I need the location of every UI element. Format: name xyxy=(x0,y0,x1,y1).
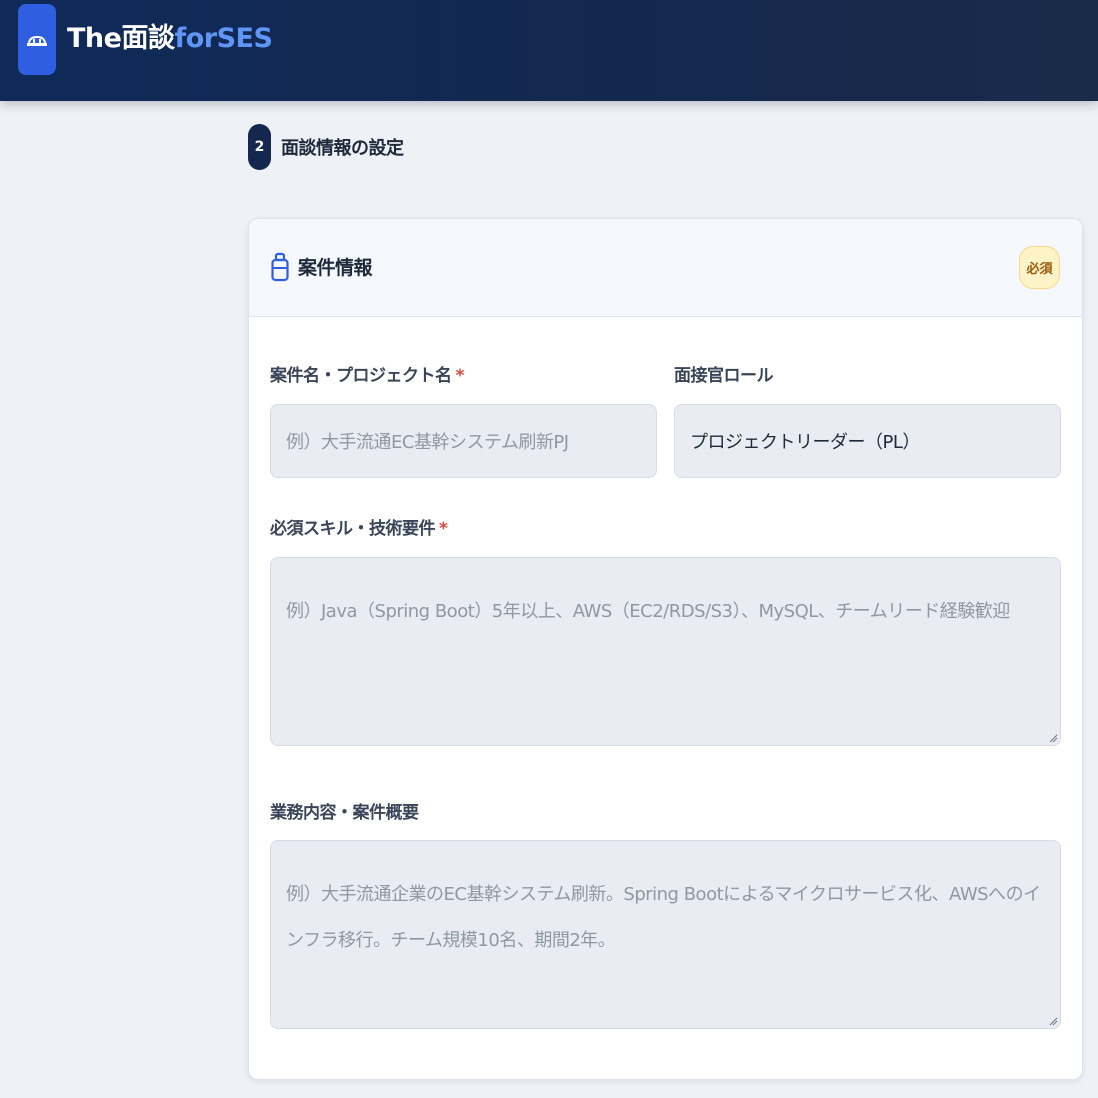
required-mark: * xyxy=(455,366,465,386)
step-number: 2 xyxy=(248,124,271,170)
app-header: The面談forSES xyxy=(0,0,1098,101)
project-info-card: 案件情報 必須 案件名・プロジェクト名 * 例）大手流通EC基幹システム刷新PJ … xyxy=(248,218,1083,1080)
project-name-label: 案件名・プロジェクト名 * xyxy=(270,361,464,386)
job-description-label: 業務内容・案件概要 xyxy=(270,803,419,823)
brand-main: The面談 xyxy=(67,23,175,54)
step-title: 面談情報の設定 xyxy=(281,138,404,159)
brand-accent: forSES xyxy=(174,23,273,54)
resize-grip-icon[interactable] xyxy=(1048,1016,1058,1026)
job-description-placeholder: 例）大手流通企業のEC基幹システム刷新。Spring Bootによるマイクロサー… xyxy=(286,884,1041,951)
briefcase-icon xyxy=(271,252,289,282)
project-name-input[interactable]: 例）大手流通EC基幹システム刷新PJ xyxy=(270,404,657,478)
required-skills-textarea[interactable]: 例）Java（Spring Boot）5年以上、AWS（EC2/RDS/S3）、… xyxy=(270,557,1061,746)
required-badge: 必須 xyxy=(1019,246,1060,289)
project-name-label-text: 案件名・プロジェクト名 xyxy=(270,366,452,386)
app-logo[interactable] xyxy=(18,4,56,75)
job-description-textarea[interactable]: 例）大手流通企業のEC基幹システム刷新。Spring Bootによるマイクロサー… xyxy=(270,840,1061,1029)
interviewer-role-label: 面接官ロール xyxy=(674,366,774,386)
card-title: 案件情報 xyxy=(298,257,373,279)
step-indicator: 2 面談情報の設定 xyxy=(248,124,404,170)
resize-grip-icon[interactable] xyxy=(1048,733,1058,743)
app-brand[interactable]: The面談forSES xyxy=(67,22,273,56)
interviewer-role-select[interactable]: プロジェクトリーダー（PL） xyxy=(674,404,1061,478)
required-mark: * xyxy=(439,519,448,539)
card-header: 案件情報 必須 xyxy=(249,219,1082,317)
required-skills-placeholder: 例）Java（Spring Boot）5年以上、AWS（EC2/RDS/S3）、… xyxy=(286,601,1010,622)
required-skills-label: 必須スキル・技術要件 * xyxy=(270,514,448,539)
required-skills-label-text: 必須スキル・技術要件 xyxy=(270,519,436,539)
cloud-bridge-icon xyxy=(27,35,47,46)
